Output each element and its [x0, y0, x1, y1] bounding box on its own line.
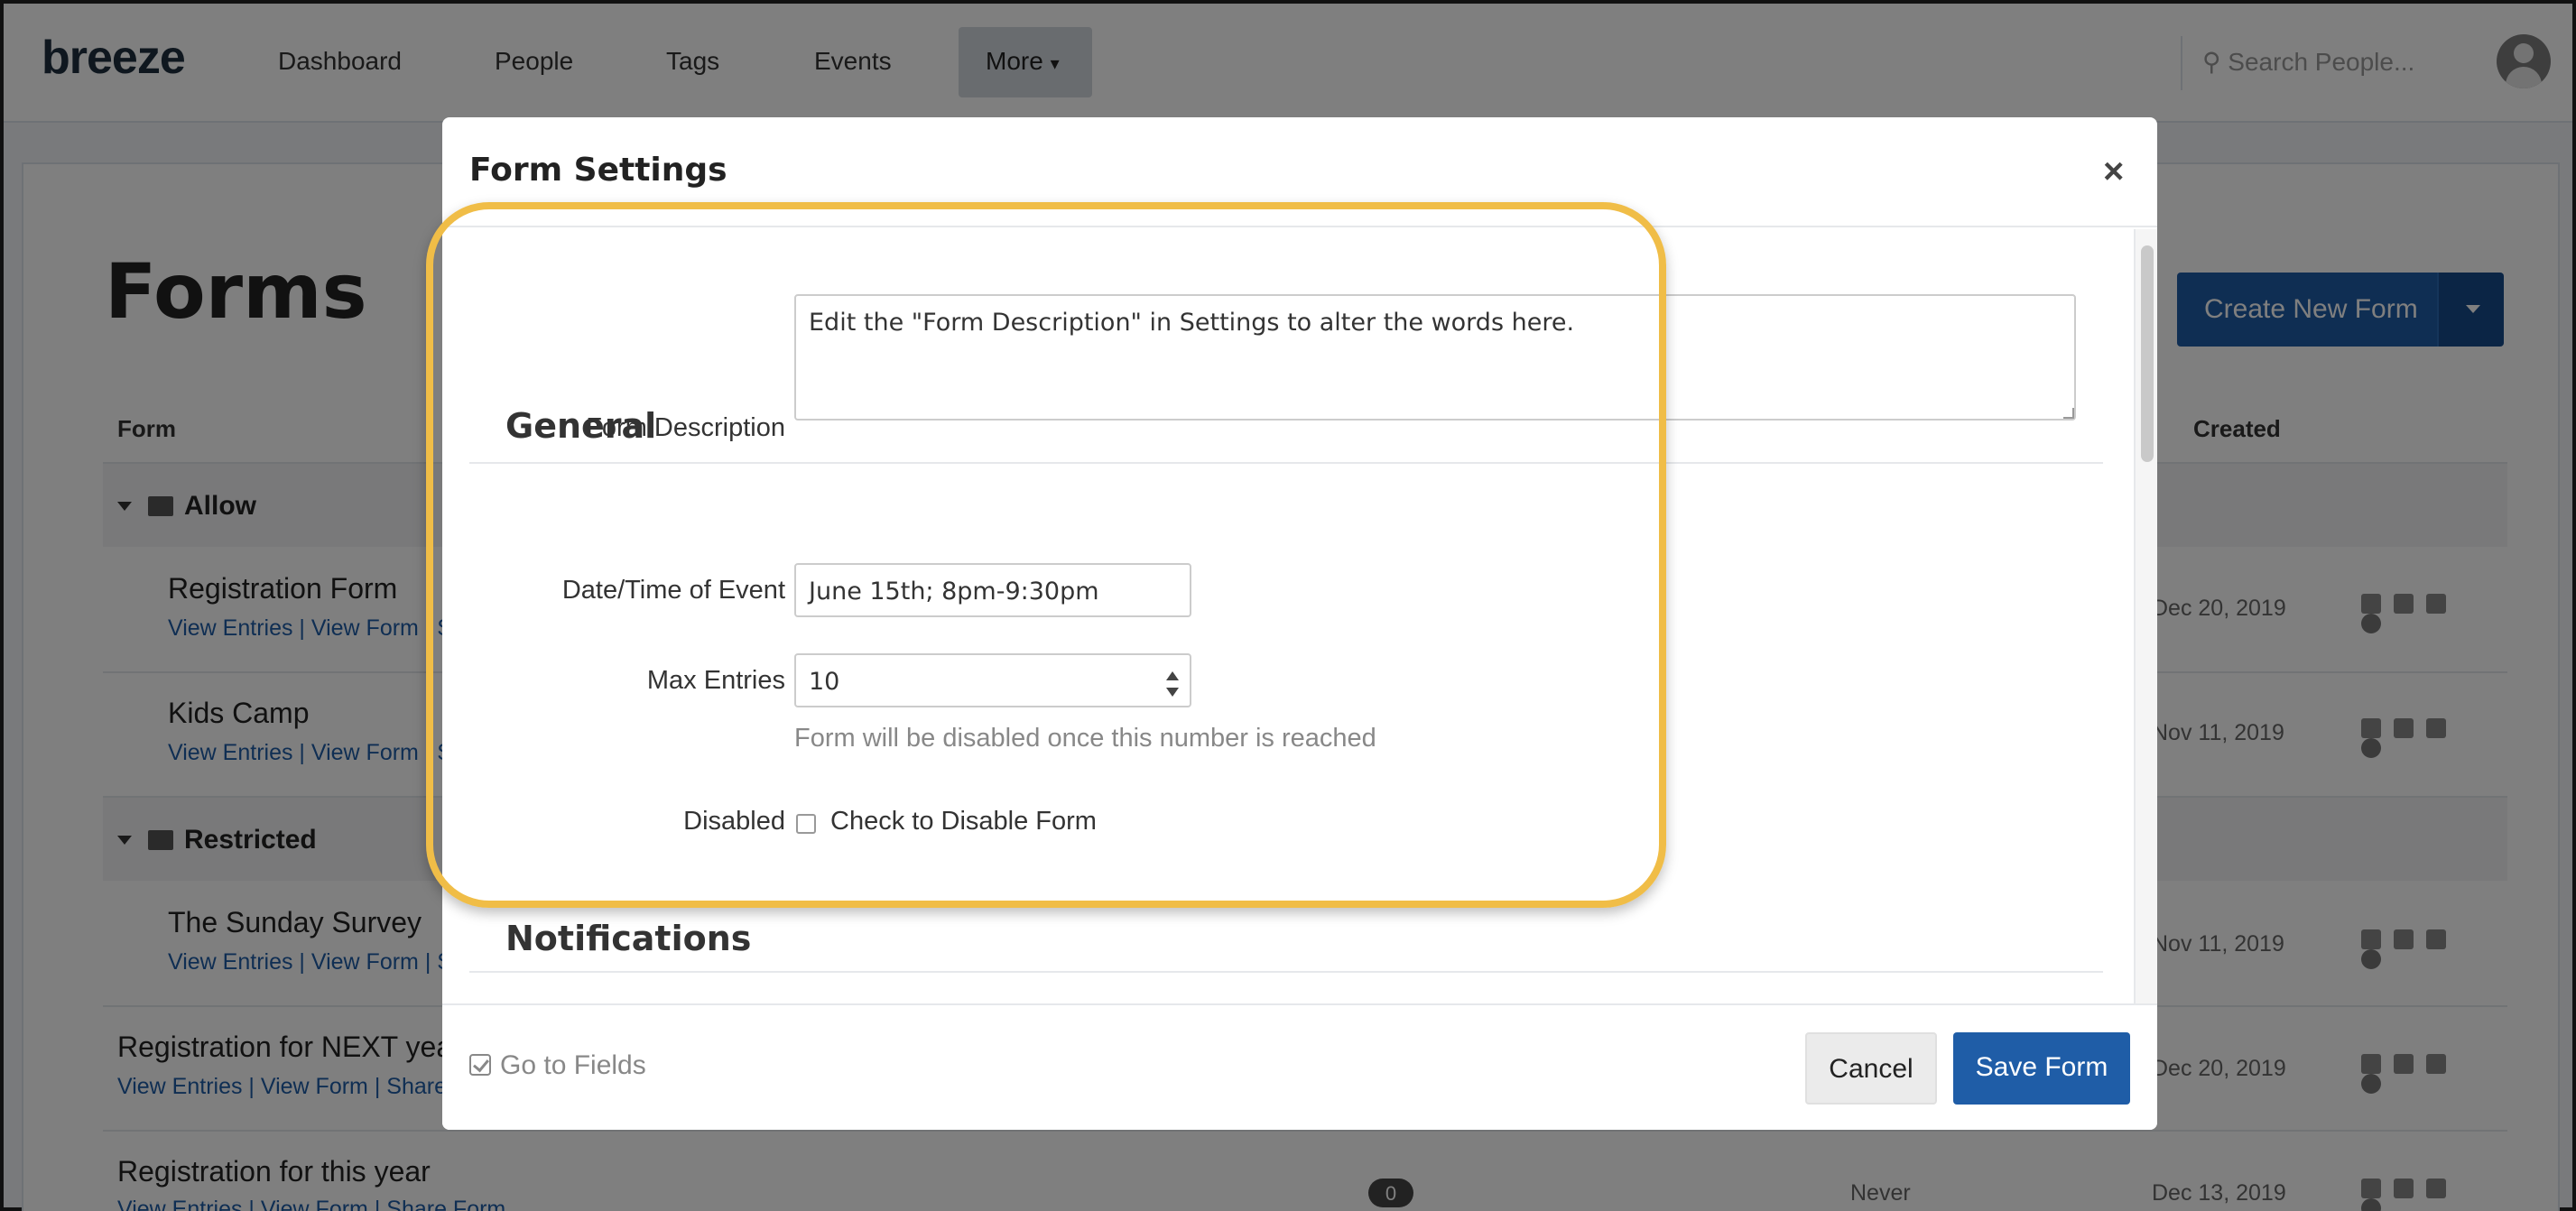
section-divider [469, 971, 2103, 973]
go-to-fields-label: Go to Fields [500, 1050, 646, 1080]
close-icon[interactable]: × [2103, 152, 2124, 192]
check-square-icon [469, 1054, 491, 1076]
save-form-button[interactable]: Save Form [1953, 1032, 2130, 1105]
section-title-notifications: Notifications [505, 919, 752, 958]
go-to-fields-link[interactable]: Go to Fields [469, 1050, 646, 1081]
highlight-callout [426, 202, 1666, 908]
scrollbar-thumb[interactable] [2141, 245, 2154, 462]
modal-scrollbar[interactable] [2134, 229, 2157, 1003]
cancel-button[interactable]: Cancel [1805, 1032, 1937, 1105]
modal-footer: Go to Fields Cancel Save Form [442, 1003, 2157, 1130]
modal-title: Form Settings [469, 152, 727, 189]
resize-grip-icon[interactable] [2063, 408, 2074, 419]
